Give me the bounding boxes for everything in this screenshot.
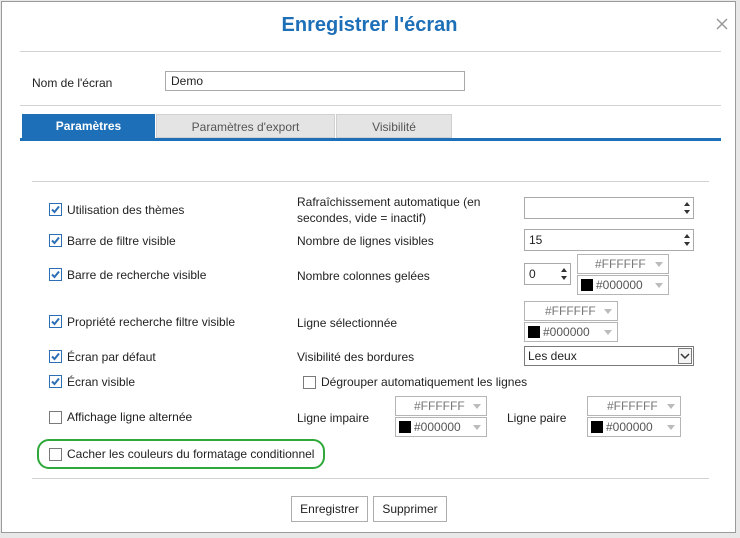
save-screen-dialog: Enregistrer l'écran Nom de l'écran Demo … bbox=[1, 1, 736, 533]
tab-parametres-export[interactable]: Paramètres d'export bbox=[156, 114, 335, 138]
frozen-cols-value: 0 bbox=[529, 267, 536, 281]
color-value: #FFFFFF bbox=[414, 399, 465, 413]
auto-refresh-label-1: Rafraîchissement automatique (en bbox=[297, 195, 481, 209]
spin-up-icon[interactable] bbox=[684, 202, 690, 206]
color-value: #FFFFFF bbox=[545, 304, 596, 318]
divider bbox=[20, 105, 721, 106]
hide-cond-colors-label: Cacher les couleurs du formatage conditi… bbox=[67, 447, 315, 461]
search-filter-prop-label: Propriété recherche filtre visible bbox=[67, 315, 236, 329]
frozen-cols-label: Nombre colonnes gelées bbox=[297, 269, 430, 283]
save-button[interactable]: Enregistrer bbox=[291, 496, 368, 522]
spin-up-icon[interactable] bbox=[684, 234, 690, 238]
search-bar-label: Barre de recherche visible bbox=[67, 268, 207, 282]
ungroup-rows-checkbox[interactable] bbox=[303, 376, 316, 389]
spin-down-icon[interactable] bbox=[684, 242, 690, 246]
frozen-cols-input[interactable]: 0 bbox=[524, 263, 571, 285]
selected-row-bg-color[interactable]: #FFFFFF bbox=[524, 301, 618, 321]
color-value: #FFFFFF bbox=[607, 399, 658, 413]
auto-refresh-label-2: secondes, vide = inactif) bbox=[297, 211, 427, 225]
search-filter-prop-checkbox[interactable] bbox=[49, 315, 62, 328]
themes-checkbox[interactable] bbox=[49, 203, 62, 216]
visible-rows-input[interactable]: 15 bbox=[524, 229, 694, 251]
screen-name-input[interactable]: Demo bbox=[165, 71, 465, 91]
visible-screen-checkbox[interactable] bbox=[49, 375, 62, 388]
spin-down-icon[interactable] bbox=[684, 210, 690, 214]
odd-row-bg-color[interactable]: #FFFFFF bbox=[395, 396, 487, 416]
color-value: #000000 bbox=[543, 325, 590, 339]
dialog-title: Enregistrer l'écran bbox=[281, 14, 458, 36]
chevron-down-icon bbox=[473, 425, 481, 430]
themes-label: Utilisation des thèmes bbox=[67, 203, 185, 217]
color-value: #000000 bbox=[414, 420, 461, 434]
odd-row-fg-color[interactable]: #000000 bbox=[395, 417, 487, 437]
even-row-fg-color[interactable]: #000000 bbox=[587, 417, 681, 437]
color-value: #000000 bbox=[596, 278, 643, 292]
color-value: #FFFFFF bbox=[595, 257, 646, 271]
delete-button[interactable]: Supprimer bbox=[373, 496, 447, 522]
color-swatch bbox=[399, 421, 411, 433]
default-screen-label: Écran par défaut bbox=[67, 350, 156, 364]
chevron-down-icon bbox=[604, 309, 612, 314]
alt-rows-label: Affichage ligne alternée bbox=[67, 410, 193, 424]
borders-select[interactable]: Les deux bbox=[524, 346, 694, 366]
auto-refresh-input[interactable] bbox=[524, 197, 694, 219]
even-row-label: Ligne paire bbox=[507, 411, 567, 425]
chevron-down-icon bbox=[667, 425, 675, 430]
borders-value: Les deux bbox=[528, 349, 577, 363]
chevron-down-icon bbox=[667, 404, 675, 409]
tab-underline bbox=[20, 138, 721, 141]
alt-rows-checkbox[interactable] bbox=[49, 411, 62, 424]
selected-row-label: Ligne sélectionnée bbox=[297, 316, 398, 330]
tab-visibilite[interactable]: Visibilité bbox=[336, 114, 452, 138]
filter-bar-label: Barre de filtre visible bbox=[67, 234, 176, 248]
spin-down-icon[interactable] bbox=[561, 276, 567, 280]
visible-screen-label: Écran visible bbox=[67, 375, 136, 389]
chevron-down-icon bbox=[473, 404, 481, 409]
even-row-bg-color[interactable]: #FFFFFF bbox=[587, 396, 681, 416]
color-swatch bbox=[528, 326, 540, 338]
default-screen-checkbox[interactable] bbox=[49, 350, 62, 363]
borders-label: Visibilité des bordures bbox=[297, 350, 415, 364]
chevron-down-icon[interactable] bbox=[678, 348, 692, 364]
spin-up-icon[interactable] bbox=[561, 268, 567, 272]
color-swatch bbox=[581, 279, 593, 291]
selected-row-fg-color[interactable]: #000000 bbox=[524, 322, 618, 342]
screen-name-label: Nom de l'écran bbox=[32, 76, 113, 90]
tab-parametres[interactable]: Paramètres bbox=[22, 114, 155, 138]
close-icon[interactable] bbox=[714, 16, 730, 32]
chevron-down-icon bbox=[655, 283, 663, 288]
chevron-down-icon bbox=[604, 330, 612, 335]
color-value: #000000 bbox=[606, 420, 653, 434]
search-bar-checkbox[interactable] bbox=[49, 268, 62, 281]
ungroup-rows-label: Dégrouper automatiquement les lignes bbox=[321, 375, 528, 389]
divider bbox=[32, 478, 709, 479]
odd-row-label: Ligne impaire bbox=[297, 411, 370, 425]
divider bbox=[32, 181, 709, 182]
color-swatch bbox=[591, 421, 603, 433]
visible-rows-label: Nombre de lignes visibles bbox=[297, 234, 434, 248]
frozen-cols-bg-color[interactable]: #FFFFFF bbox=[577, 254, 669, 274]
chevron-down-icon bbox=[655, 262, 663, 267]
filter-bar-checkbox[interactable] bbox=[49, 234, 62, 247]
hide-cond-colors-checkbox[interactable] bbox=[49, 448, 62, 461]
frozen-cols-fg-color[interactable]: #000000 bbox=[577, 275, 669, 295]
visible-rows-value: 15 bbox=[529, 233, 543, 247]
divider bbox=[20, 51, 721, 52]
